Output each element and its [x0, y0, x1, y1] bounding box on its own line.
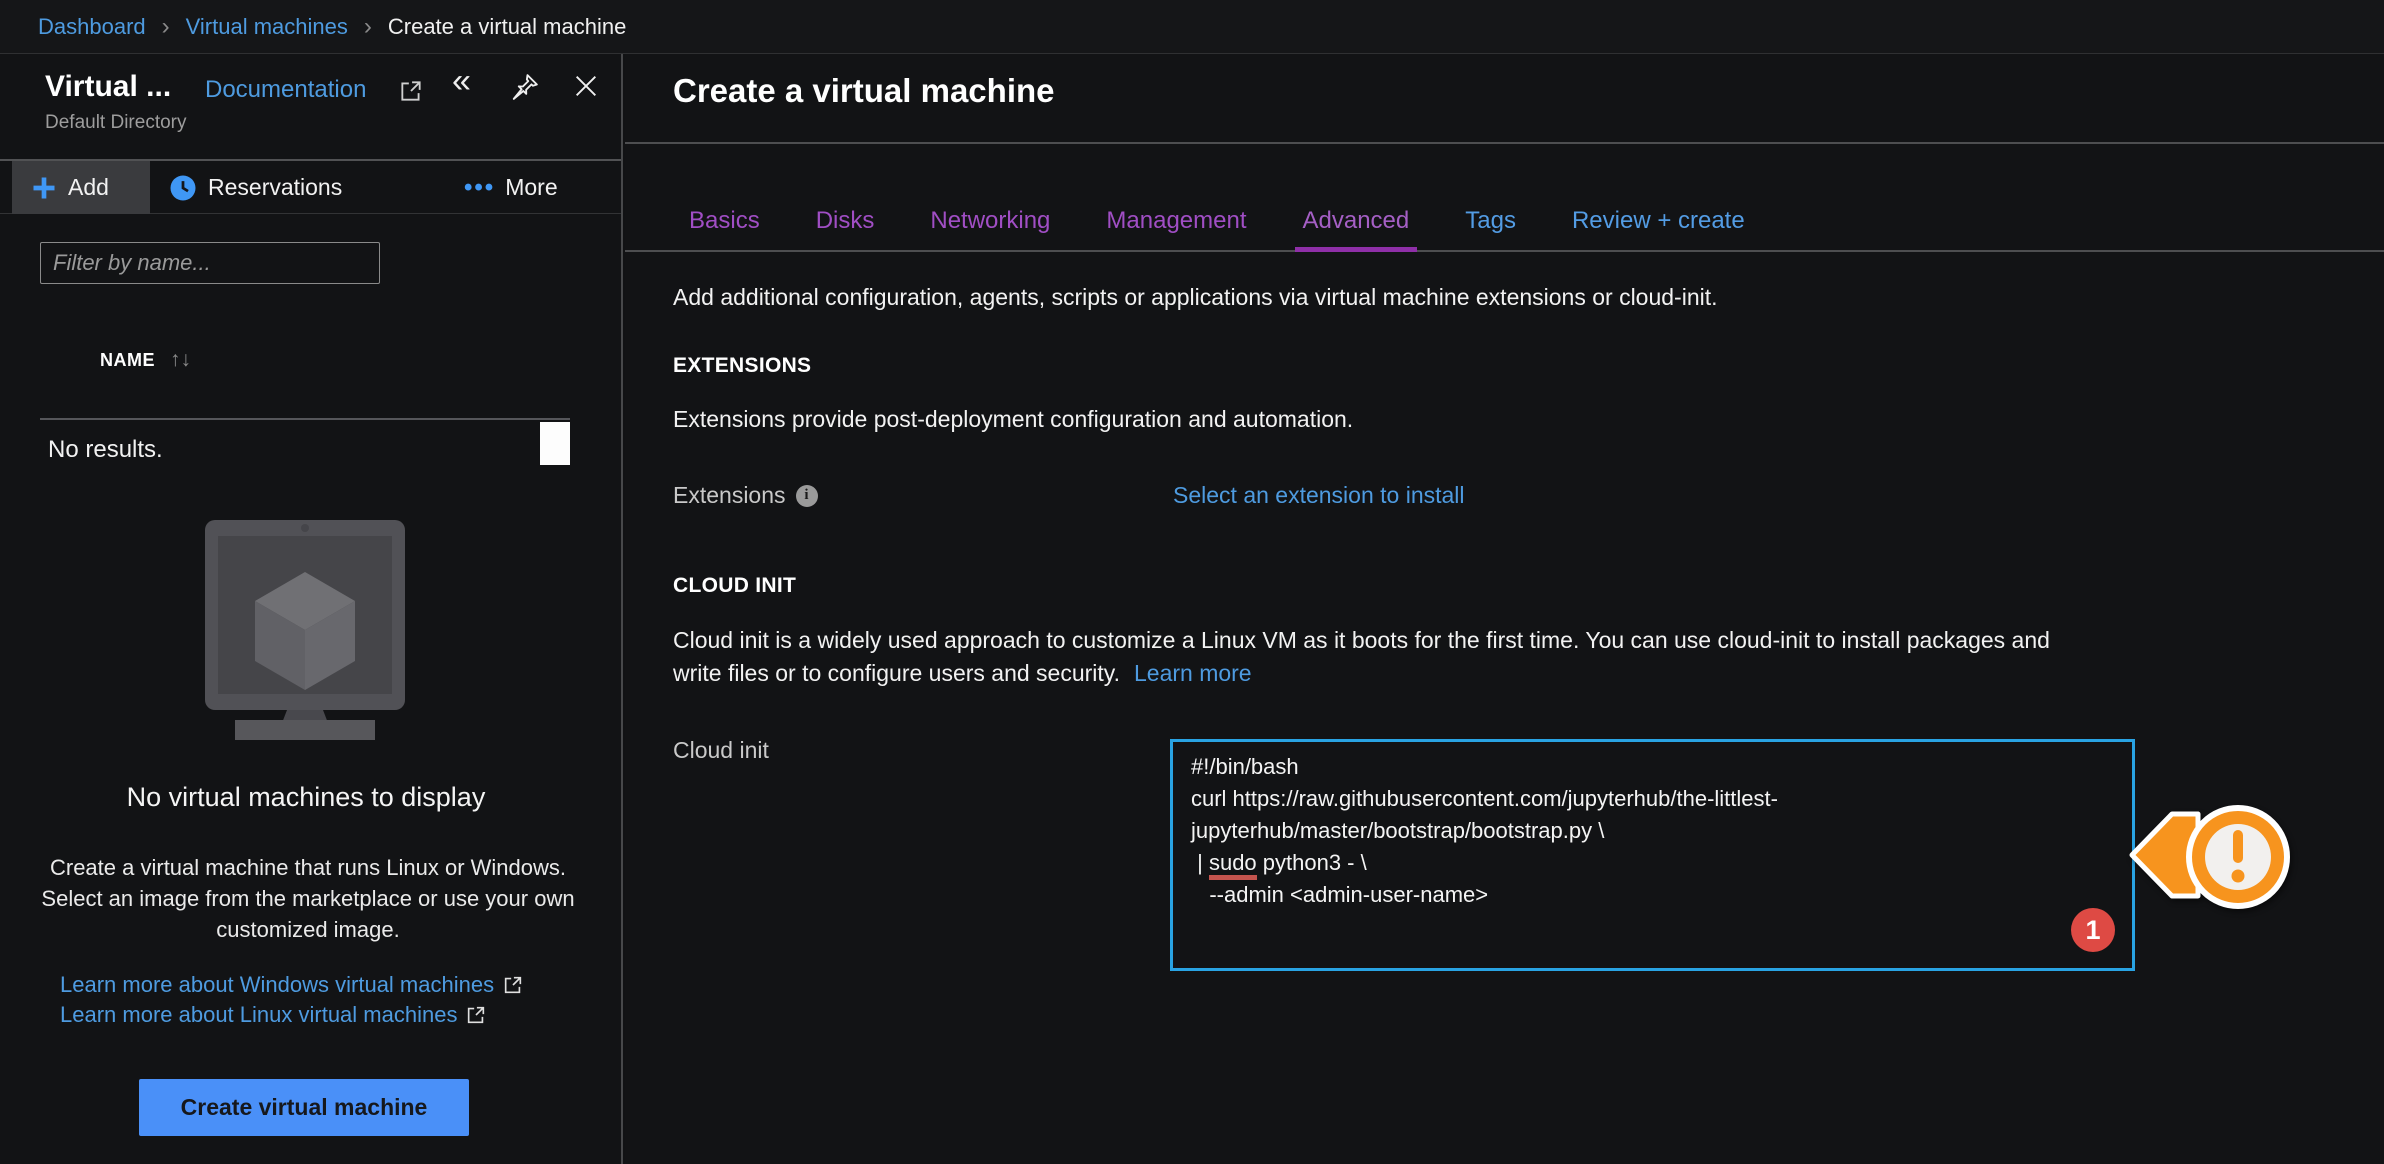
select-extension-link[interactable]: Select an extension to install [1173, 482, 1465, 509]
pin-icon[interactable] [510, 72, 540, 107]
title-divider [625, 142, 2384, 144]
extensions-field-label: Extensions i [673, 482, 818, 509]
sidebar-toolbar: Add Reservations ••• More [0, 161, 621, 214]
reservations-button-label: Reservations [208, 174, 342, 201]
tabs-row: Basics Disks Networking Management Advanced T… [689, 206, 1745, 236]
cloud-init-description: Cloud init is a widely used approach to … [673, 624, 2103, 690]
more-button[interactable]: ••• More [464, 161, 558, 214]
close-panel-icon[interactable] [572, 72, 600, 105]
grid-divider [40, 418, 570, 420]
more-button-label: More [505, 174, 557, 201]
breadcrumb-current-page: Create a virtual machine [388, 14, 626, 40]
code-line: curl https://raw.githubusercontent.com/j… [1191, 783, 2114, 815]
learn-linux-vm-link-label: Learn more about Linux virtual machines [60, 1002, 457, 1028]
plus-icon [30, 174, 58, 202]
directory-subtitle: Default Directory [45, 112, 187, 134]
clock-icon [168, 173, 198, 203]
extensions-description: Extensions provide post-deployment confi… [673, 406, 1353, 433]
tabs-divider [625, 250, 2384, 252]
reservations-button[interactable]: Reservations [168, 161, 342, 214]
create-virtual-machine-button[interactable]: Create virtual machine [139, 1079, 469, 1136]
tab-review-create[interactable]: Review + create [1572, 206, 1745, 236]
warning-callout-icon [2126, 792, 2311, 932]
filter-by-name-input[interactable] [40, 242, 380, 284]
add-button[interactable]: Add [12, 161, 150, 214]
learn-linux-vm-link[interactable]: Learn more about Linux virtual machines [60, 1002, 487, 1028]
breadcrumb: Dashboard › Virtual machines › Create a … [0, 0, 2384, 54]
breadcrumb-separator-icon: › [162, 13, 170, 41]
code-line: --admin <admin-user-name> [1191, 879, 2114, 911]
breadcrumb-dashboard[interactable]: Dashboard [38, 14, 146, 40]
breadcrumb-virtual-machines[interactable]: Virtual machines [186, 14, 348, 40]
cloud-init-description-text: Cloud init is a widely used approach to … [673, 627, 2050, 686]
learn-more-link[interactable]: Learn more [1134, 660, 1252, 686]
learn-windows-vm-link-label: Learn more about Windows virtual machine… [60, 972, 494, 998]
code-line: | sudo python3 - \ [1191, 847, 2114, 879]
misspelled-word-underline: sudo [1209, 850, 1257, 880]
empty-state-description: Create a virtual machine that runs Linux… [28, 852, 588, 945]
extensions-section-header: EXTENSIONS [673, 354, 811, 378]
cloud-init-field-label: Cloud init [673, 737, 769, 764]
panel-title: Virtual ... [45, 70, 171, 104]
annotation-step-badge: 1 [2071, 908, 2115, 952]
name-column-header[interactable]: NAME [100, 350, 155, 371]
virtual-machines-list-panel: Virtual ... Documentation « Default Dire… [0, 54, 623, 1164]
ellipsis-icon: ••• [464, 174, 495, 202]
add-button-label: Add [68, 174, 109, 201]
create-vm-blade: Create a virtual machine Basics Disks Netw… [625, 54, 2384, 1164]
external-link-icon [398, 78, 424, 109]
tab-advanced[interactable]: Advanced [1303, 206, 1410, 236]
page-title: Create a virtual machine [673, 72, 1055, 110]
tab-networking[interactable]: Networking [930, 206, 1050, 236]
tab-basics[interactable]: Basics [689, 206, 760, 236]
sort-arrows-icon: ↑↓ [170, 348, 191, 372]
extensions-label-text: Extensions [673, 482, 786, 509]
no-results-text: No results. [48, 436, 163, 464]
learn-windows-vm-link[interactable]: Learn more about Windows virtual machine… [60, 972, 524, 998]
tab-management[interactable]: Management [1106, 206, 1246, 236]
cloud-init-section-header: CLOUD INIT [673, 574, 796, 598]
tab-disks[interactable]: Disks [816, 206, 875, 236]
external-link-icon [502, 974, 524, 996]
code-line: jupyterhub/master/bootstrap/bootstrap.py… [1191, 815, 2114, 847]
code-line: #!/bin/bash [1191, 751, 2114, 783]
azure-portal-screen: Dashboard › Virtual machines › Create a … [0, 0, 2384, 1164]
advanced-tab-intro: Add additional configuration, agents, sc… [673, 284, 1718, 311]
tab-tags[interactable]: Tags [1465, 206, 1516, 236]
documentation-link[interactable]: Documentation [205, 76, 366, 104]
cloud-init-script-textarea[interactable]: #!/bin/bashcurl https://raw.githubuserco… [1170, 739, 2135, 971]
collapse-panel-icon[interactable]: « [452, 62, 471, 101]
info-icon[interactable]: i [796, 485, 818, 507]
vm-monitor-icon [205, 516, 405, 747]
scrollbar-thumb[interactable] [540, 422, 570, 465]
empty-state-title: No virtual machines to display [0, 782, 612, 813]
breadcrumb-separator-icon: › [364, 13, 372, 41]
external-link-icon [465, 1004, 487, 1026]
